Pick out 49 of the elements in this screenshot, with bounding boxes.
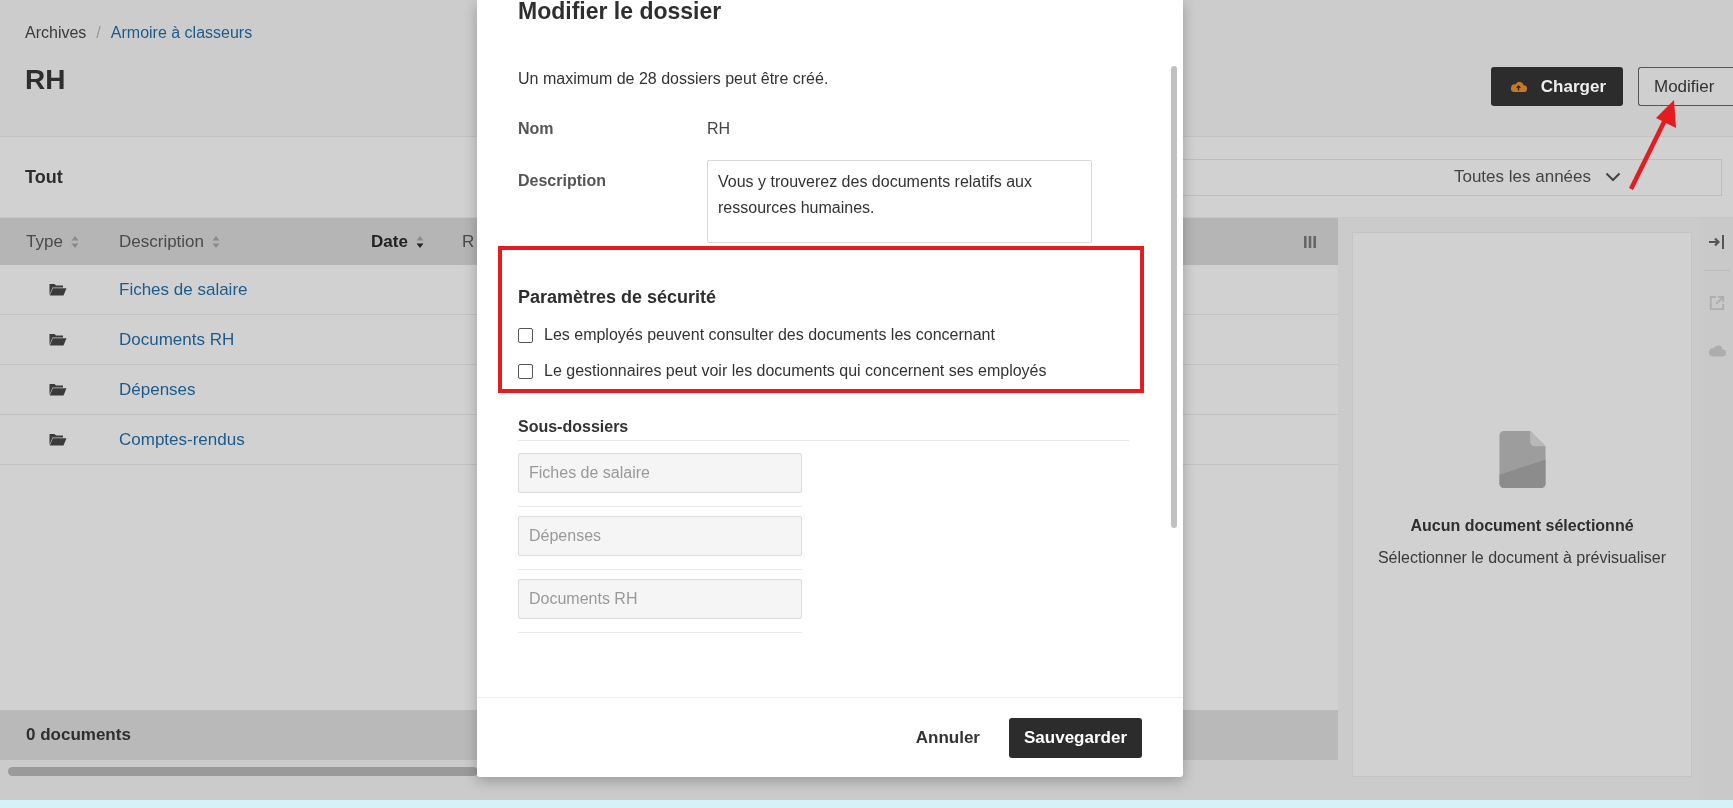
subfolder-field[interactable]: Fiches de salaire (518, 453, 802, 493)
upload-button[interactable]: Charger (1490, 67, 1623, 106)
save-button[interactable]: Sauvegarder (1009, 718, 1142, 758)
empty-state-title: Aucun document sélectionné (1410, 517, 1634, 535)
breadcrumb-item[interactable]: Armoire à classeurs (110, 24, 253, 42)
subfolder-field[interactable]: Dépenses (518, 516, 802, 556)
empty-state-hint: Sélectionner le document à prévisualiser (1377, 549, 1667, 567)
folder-icon (49, 283, 67, 296)
section-title: Sous-dossiers (518, 418, 1129, 441)
folder-link[interactable]: Comptes-rendus (119, 429, 245, 450)
page-title: RH (25, 64, 67, 96)
info-text: Un maximum de 28 dossiers peut être créé. (518, 69, 830, 89)
breadcrumb-separator: / (96, 24, 101, 42)
checkbox[interactable] (518, 363, 533, 379)
field-label: Description (518, 171, 607, 191)
breadcrumb-item[interactable]: Archives (25, 24, 87, 42)
folder-link[interactable]: Fiches de salaire (119, 279, 248, 300)
field-label: Nom (518, 120, 555, 138)
scrollbar-thumb[interactable] (1171, 66, 1177, 528)
sort-icon (415, 234, 424, 249)
folder-link[interactable]: Dépenses (119, 379, 196, 400)
checkbox[interactable] (518, 327, 533, 343)
edit-button[interactable]: Modifier (1638, 67, 1733, 106)
folder-icon (49, 333, 67, 346)
folder-icon (49, 383, 67, 396)
sort-icon (212, 234, 221, 249)
column-header[interactable]: Description (119, 231, 371, 252)
chevron-down-icon (1605, 172, 1621, 182)
dialog-title: Modifier le dossier (518, 0, 723, 24)
column-header[interactable]: Type (0, 231, 119, 252)
checkbox-label[interactable]: Le gestionnaires peut voir les documents qui concernent ses employés (544, 362, 1047, 380)
subfolder-field[interactable]: Documents RH (518, 579, 802, 619)
column-header[interactable]: R (462, 231, 475, 252)
document-count: 0 documents (26, 725, 131, 745)
cancel-button[interactable]: Annuler (915, 720, 980, 756)
sort-icon (70, 234, 79, 249)
filter-label: Tout (25, 166, 63, 188)
checkbox-label[interactable]: Les employés peuvent consulter des documents les concernant (544, 326, 995, 344)
section-title: Paramètres de sécurité (518, 287, 718, 308)
column-header[interactable]: Date (371, 231, 462, 252)
folder-link[interactable]: Documents RH (119, 329, 235, 350)
name-value: RH (707, 120, 731, 138)
description-field[interactable]: Vous y trouverez des documents relatifs aux ressources humaines. (707, 160, 1092, 243)
collapse-panel-icon[interactable] (1707, 234, 1726, 250)
document-icon (1498, 431, 1546, 488)
cloud-upload-icon (1509, 80, 1527, 93)
scrollbar-thumb[interactable] (8, 767, 478, 776)
columns-icon[interactable] (1303, 235, 1317, 249)
folder-icon (49, 433, 67, 446)
